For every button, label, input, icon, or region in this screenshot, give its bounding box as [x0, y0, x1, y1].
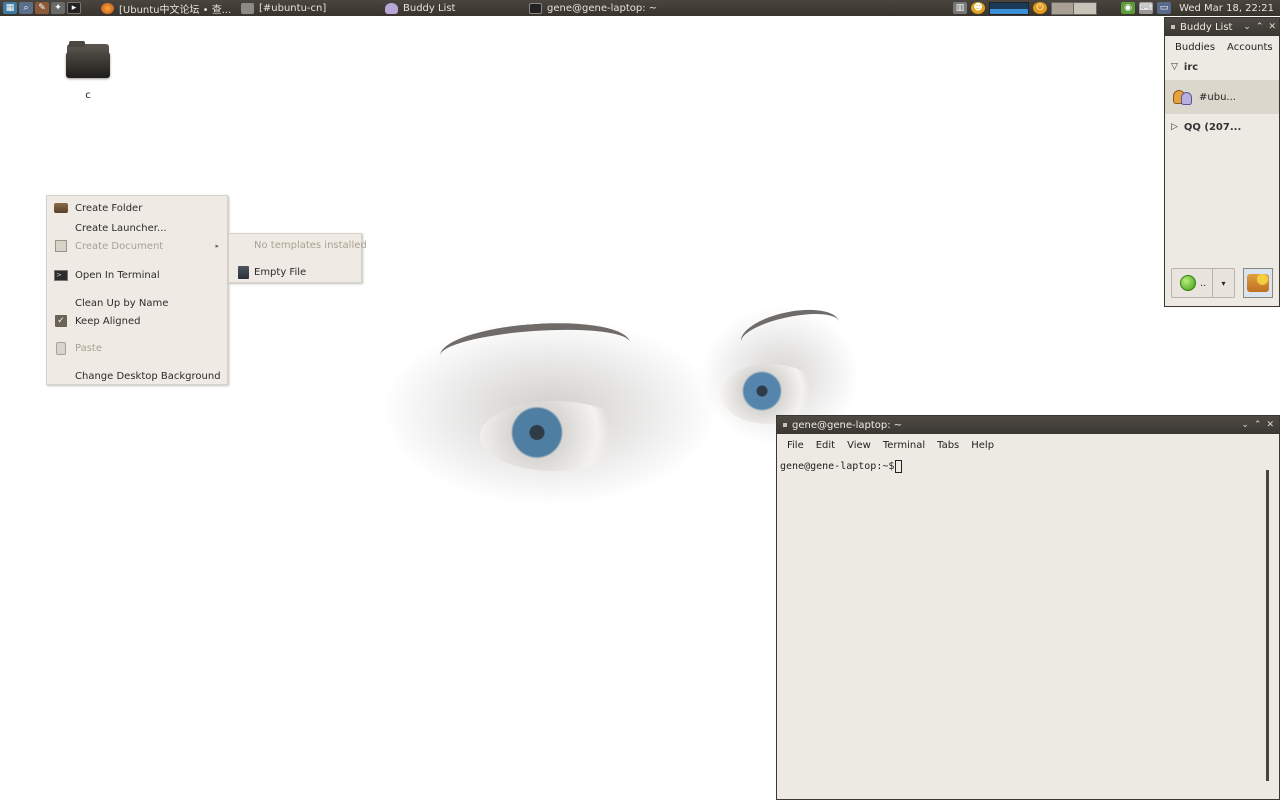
- gimp-icon[interactable]: ✎: [35, 2, 49, 14]
- folder-icon: [53, 201, 69, 215]
- paste-icon: [53, 341, 69, 355]
- menu-item-clean-up-by-name[interactable]: Clean Up by Name: [47, 294, 227, 312]
- taskbar-item-label: Buddy List: [403, 2, 456, 14]
- terminal-window: gene@gene-laptop: ~ ⌄ ⌃ ✕ File Edit View…: [776, 415, 1280, 800]
- taskbar-item-terminal[interactable]: gene@gene-laptop: ~: [523, 0, 673, 16]
- status-dropdown-icon[interactable]: ▾: [1212, 269, 1234, 297]
- trash-icon[interactable]: ▥: [953, 2, 968, 14]
- menu-item-paste[interactable]: Paste: [47, 339, 227, 357]
- minimize-icon[interactable]: ⌄: [1241, 420, 1249, 430]
- desktop-icon-label: c: [85, 90, 91, 101]
- group-irc[interactable]: ▽ irc: [1165, 58, 1279, 76]
- clock[interactable]: Wed Mar 18, 22:21: [1179, 3, 1274, 14]
- window-menu-icon[interactable]: [783, 423, 787, 427]
- menu-tabs[interactable]: Tabs: [937, 440, 959, 451]
- buddy-label: #ubu...: [1199, 91, 1236, 103]
- group-qq[interactable]: ▷ QQ (207...: [1165, 118, 1279, 136]
- terminal-text-area[interactable]: gene@gene-laptop:~$: [779, 458, 1277, 797]
- applications-menu-icon[interactable]: ▦: [3, 2, 17, 14]
- checkbox-checked[interactable]: ✓: [53, 314, 69, 328]
- taskbar-item-label: gene@gene-laptop: ~: [547, 2, 658, 14]
- menu-item-create-document[interactable]: Create Document ▸: [47, 237, 227, 255]
- menu-item-keep-aligned[interactable]: ✓ Keep Aligned: [47, 312, 227, 330]
- keyboard-icon[interactable]: ⌨: [1139, 2, 1154, 14]
- pidgin-icon: [385, 2, 398, 14]
- menu-help[interactable]: Help: [971, 440, 994, 451]
- buddy-icon: [1247, 274, 1269, 292]
- desktop-context-menu: Create Folder Create Launcher... Create …: [46, 195, 228, 385]
- window-title: Buddy List: [1180, 21, 1233, 33]
- available-status-icon: [1180, 275, 1196, 291]
- taskbar-item-buddy-list[interactable]: Buddy List: [379, 0, 523, 16]
- workspace-1[interactable]: [1052, 2, 1075, 14]
- menu-item-create-folder[interactable]: Create Folder: [47, 199, 227, 217]
- group-label: QQ (207...: [1183, 121, 1242, 133]
- firefox-icon: [101, 2, 114, 14]
- taskbar-item-irc[interactable]: [#ubuntu-cn]: [235, 0, 379, 16]
- terminal-titlebar[interactable]: gene@gene-laptop: ~ ⌄ ⌃ ✕: [777, 416, 1279, 434]
- terminal-menubar: File Edit View Terminal Tabs Help: [777, 434, 1279, 456]
- status-selector[interactable]: .. ▾: [1171, 268, 1235, 298]
- menu-view[interactable]: View: [847, 440, 871, 451]
- workspace-switcher[interactable]: [1051, 1, 1098, 15]
- menu-item-open-in-terminal[interactable]: > Open In Terminal: [47, 266, 227, 284]
- empty-file-icon: [235, 265, 251, 279]
- maximize-icon[interactable]: ⌃: [1254, 420, 1262, 430]
- menu-accounts[interactable]: Accounts: [1227, 42, 1273, 53]
- close-icon[interactable]: ✕: [1266, 420, 1274, 430]
- taskbar-item-label: [#ubuntu-cn]: [259, 2, 327, 14]
- wallpaper-eye-left: [480, 401, 630, 471]
- buddy-list-window: Buddy List ⌄ ⌃ ✕ Buddies Accounts ▽ irc …: [1164, 17, 1280, 307]
- minimize-icon[interactable]: ⌄: [1243, 22, 1251, 32]
- panel-tray: ▥ ☻ ⏻ ◉ ⌨ ▭ Wed Mar 18, 22:21: [953, 0, 1280, 16]
- terminal-icon: >: [53, 268, 69, 282]
- shell-prompt: gene@gene-laptop:~$: [780, 461, 895, 472]
- chat-window-icon: [241, 2, 254, 14]
- menu-file[interactable]: File: [787, 440, 804, 451]
- close-icon[interactable]: ✕: [1268, 22, 1276, 32]
- tools-icon[interactable]: ✦: [51, 2, 65, 14]
- battery-icon[interactable]: ▭: [1157, 2, 1172, 14]
- buddy-item[interactable]: #ubu...: [1165, 80, 1279, 114]
- menu-item-change-background[interactable]: Change Desktop Background: [47, 367, 227, 385]
- collapsed-triangle-icon: ▷: [1171, 122, 1178, 132]
- chat-room-icon: [1173, 88, 1193, 106]
- terminal-icon: [529, 2, 542, 14]
- search-icon[interactable]: ⌕: [19, 2, 33, 14]
- menu-terminal[interactable]: Terminal: [883, 440, 925, 451]
- folder-icon: [65, 40, 111, 80]
- emoticon-icon[interactable]: ☻: [971, 2, 986, 14]
- network-icon[interactable]: ◉: [1121, 2, 1136, 14]
- avatar[interactable]: [1243, 268, 1273, 298]
- submenu-item-no-templates: No templates installed: [254, 239, 367, 251]
- text-cursor: [895, 460, 903, 473]
- power-icon[interactable]: ⏻: [1033, 2, 1048, 14]
- menu-edit[interactable]: Edit: [816, 440, 835, 451]
- create-document-submenu: No templates installed Empty File: [228, 233, 367, 283]
- submenu-item-empty-file[interactable]: Empty File: [229, 263, 361, 281]
- menu-buddies[interactable]: Buddies: [1175, 42, 1215, 53]
- terminal-scrollbar[interactable]: [1266, 470, 1269, 781]
- submenu-arrow-icon: ▸: [215, 242, 219, 250]
- menu-item-create-launcher[interactable]: Create Launcher...: [47, 219, 227, 237]
- system-monitor-graph[interactable]: [989, 1, 1030, 15]
- desktop-icon-folder[interactable]: c: [60, 40, 116, 101]
- terminal-launcher-icon[interactable]: ▸: [67, 2, 81, 14]
- new-document-icon: [53, 239, 69, 253]
- group-label: irc: [1183, 61, 1199, 73]
- terminal-prompt-line: gene@gene-laptop:~$: [779, 458, 1277, 475]
- window-title: gene@gene-laptop: ~: [792, 419, 903, 431]
- taskbar-item-firefox[interactable]: [Ubuntu中文论坛 • 查...: [95, 0, 235, 16]
- buddy-list-titlebar[interactable]: Buddy List ⌄ ⌃ ✕: [1165, 18, 1279, 36]
- window-menu-icon[interactable]: [1171, 25, 1175, 29]
- status-text: ..: [1200, 277, 1207, 289]
- panel-launchers: ▦ ⌕ ✎ ✦ ▸: [0, 2, 81, 14]
- expanded-triangle-icon: ▽: [1171, 62, 1178, 72]
- maximize-icon[interactable]: ⌃: [1256, 22, 1264, 32]
- top-panel: ▦ ⌕ ✎ ✦ ▸ [Ubuntu中文论坛 • 查... [#ubuntu-cn…: [0, 0, 1280, 16]
- buddy-list-menubar: Buddies Accounts: [1165, 36, 1279, 58]
- taskbar-item-label: [Ubuntu中文论坛 • 查...: [119, 4, 232, 16]
